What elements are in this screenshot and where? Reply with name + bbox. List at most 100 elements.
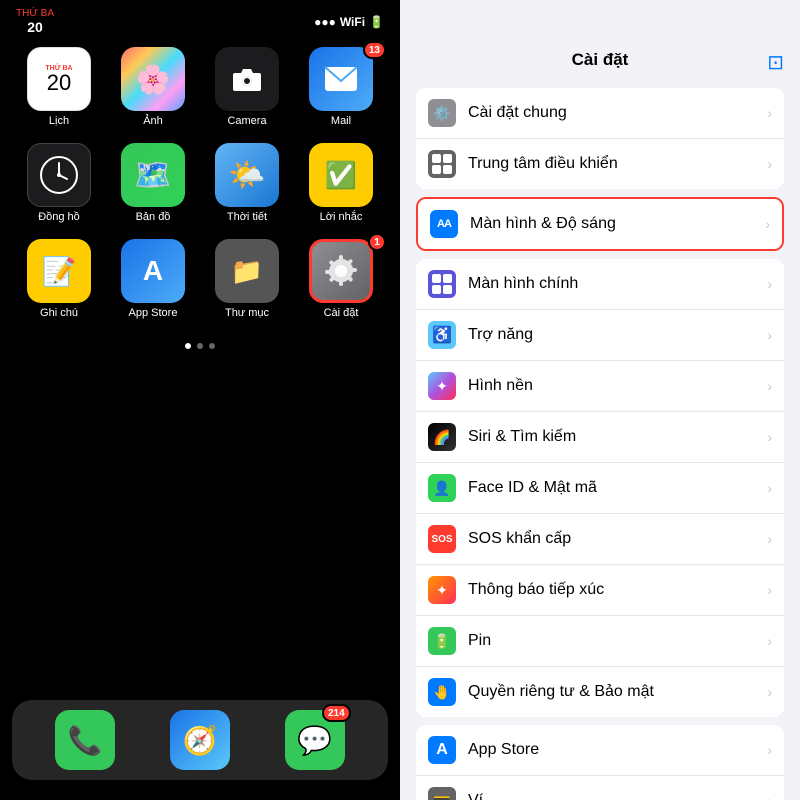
safari-icon: 🧭 bbox=[170, 710, 230, 770]
dot-3 bbox=[209, 343, 215, 349]
chevron-icon: › bbox=[767, 742, 772, 758]
chevron-icon: › bbox=[767, 633, 772, 649]
chevron-icon: › bbox=[767, 793, 772, 800]
settings-item-man-hinh-chinh[interactable]: Màn hình chính › bbox=[416, 259, 784, 310]
chevron-icon: › bbox=[767, 378, 772, 394]
settings-item-siri[interactable]: 🌈 Siri & Tìm kiếm › bbox=[416, 412, 784, 463]
app-camera[interactable]: Camera bbox=[208, 47, 286, 127]
app-grid-row1: THỨ BA 20 Lịch 🌸 Ảnh Camera bbox=[0, 39, 400, 335]
clock-svg bbox=[39, 155, 79, 195]
chevron-icon: › bbox=[767, 429, 772, 445]
settings-item-vi[interactable]: 💳 Ví › bbox=[416, 776, 784, 800]
dot-2 bbox=[197, 343, 203, 349]
settings-item-app-store[interactable]: A App Store › bbox=[416, 725, 784, 776]
vi-label: Ví bbox=[468, 792, 767, 800]
settings-item-face-id[interactable]: 👤 Face ID & Mật mã › bbox=[416, 463, 784, 514]
tro-nang-label: Trợ năng bbox=[468, 326, 767, 344]
settings-item-man-hinh[interactable]: AA Màn hình & Độ sáng › bbox=[418, 199, 782, 249]
settings-list: ⚙️ Cài đặt chung › Trung tâm điều khiển … bbox=[400, 80, 800, 800]
signal-icon: ●●● bbox=[314, 15, 336, 29]
dock-messages[interactable]: 💬 214 bbox=[285, 710, 345, 770]
settings-item-pin[interactable]: 🔋 Pin › bbox=[416, 616, 784, 667]
app-dongho[interactable]: Đồng hồ bbox=[20, 143, 98, 223]
chevron-icon: › bbox=[767, 156, 772, 172]
chevron-icon: › bbox=[767, 684, 772, 700]
loinhac-label: Lời nhắc bbox=[320, 211, 363, 223]
hinh-nen-label: Hình nền bbox=[468, 377, 767, 395]
sos-icon: SOS bbox=[428, 525, 456, 553]
app-loinhac[interactable]: ✅ Lời nhắc bbox=[302, 143, 380, 223]
ghichu-icon: 📝 bbox=[27, 239, 91, 303]
settings-item-tro-nang[interactable]: ♿ Trợ năng › bbox=[416, 310, 784, 361]
loinhac-icon: ✅ bbox=[309, 143, 373, 207]
thumuc-label: Thư mục bbox=[225, 307, 269, 319]
tro-nang-icon: ♿ bbox=[428, 321, 456, 349]
settings-item-sos[interactable]: SOS SOS khẩn cấp › bbox=[416, 514, 784, 565]
pin-icon: 🔋 bbox=[428, 627, 456, 655]
quyen-label: Quyền riêng tư & Bảo mật bbox=[468, 683, 767, 701]
thong-bao-label: Thông báo tiếp xúc bbox=[468, 581, 767, 599]
scan-icon[interactable]: ⊡ bbox=[767, 50, 784, 75]
chevron-icon: › bbox=[767, 480, 772, 496]
dock-phone[interactable]: 📞 bbox=[55, 710, 115, 770]
messages-badge: 214 bbox=[322, 704, 351, 722]
settings-item-thong-bao[interactable]: ✦ Thông báo tiếp xúc › bbox=[416, 565, 784, 616]
mail-label: Mail bbox=[331, 115, 351, 127]
mail-icon bbox=[309, 47, 373, 111]
chevron-icon: › bbox=[767, 327, 772, 343]
dongho-label: Đồng hồ bbox=[38, 211, 80, 223]
app-store-icon: A bbox=[428, 736, 456, 764]
home-spacer bbox=[0, 357, 400, 700]
face-id-icon: 👤 bbox=[428, 474, 456, 502]
dongho-icon bbox=[27, 143, 91, 207]
chevron-icon: › bbox=[767, 276, 772, 292]
man-hinh-chinh-label: Màn hình chính bbox=[468, 275, 767, 293]
app-appstore[interactable]: A App Store bbox=[114, 239, 192, 319]
app-anh[interactable]: 🌸 Ảnh bbox=[114, 47, 192, 127]
ghichu-label: Ghi chú bbox=[40, 307, 78, 319]
app-dock: 📞 🧭 💬 214 bbox=[12, 700, 388, 780]
caidat-chung-label: Cài đặt chung bbox=[468, 104, 767, 122]
quyen-icon: 🤚 bbox=[428, 678, 456, 706]
app-thumuc[interactable]: 📁 Thư mục bbox=[208, 239, 286, 319]
caidat-icon bbox=[309, 239, 373, 303]
camera-label: Camera bbox=[227, 115, 266, 127]
settings-item-quyen[interactable]: 🤚 Quyền riêng tư & Bảo mật › bbox=[416, 667, 784, 717]
settings-item-caidat-chung[interactable]: ⚙️ Cài đặt chung › bbox=[416, 88, 784, 139]
app-mail[interactable]: 13 Mail bbox=[302, 47, 380, 127]
caidat-chung-icon: ⚙️ bbox=[428, 99, 456, 127]
lich-label: Lịch bbox=[49, 115, 69, 127]
vi-icon: 💳 bbox=[428, 787, 456, 800]
app-thoitiet[interactable]: 🌤️ Thời tiết bbox=[208, 143, 286, 223]
dock-safari[interactable]: 🧭 bbox=[170, 710, 230, 770]
trung-tam-icon bbox=[428, 150, 456, 178]
thumuc-icon: 📁 bbox=[215, 239, 279, 303]
chevron-icon: › bbox=[767, 582, 772, 598]
app-lich[interactable]: THỨ BA 20 Lịch bbox=[20, 47, 98, 127]
bando-label: Bản đồ bbox=[136, 211, 171, 223]
man-hinh-icon: AA bbox=[430, 210, 458, 238]
status-icons: ●●● WiFi 🔋 bbox=[314, 15, 384, 29]
settings-item-trung-tam[interactable]: Trung tâm điều khiển › bbox=[416, 139, 784, 189]
app-store-label: App Store bbox=[468, 741, 767, 759]
chevron-icon: › bbox=[767, 531, 772, 547]
settings-section-1: ⚙️ Cài đặt chung › Trung tâm điều khiển … bbox=[416, 88, 784, 189]
sos-label: SOS khẩn cấp bbox=[468, 530, 767, 548]
battery-icon: 🔋 bbox=[369, 15, 384, 29]
settings-item-hinh-nen[interactable]: ✦ Hình nền › bbox=[416, 361, 784, 412]
settings-section-highlighted: AA Màn hình & Độ sáng › bbox=[416, 197, 784, 251]
app-bando[interactable]: 🗺️ Bản đồ bbox=[114, 143, 192, 223]
app-ghichu[interactable]: 📝 Ghi chú bbox=[20, 239, 98, 319]
phone-icon: 📞 bbox=[55, 710, 115, 770]
date-display: THỨ BA 20 bbox=[16, 8, 54, 35]
app-caidat[interactable]: 1 Cài đặt bbox=[302, 239, 380, 319]
status-bar: THỨ BA 20 ●●● WiFi 🔋 bbox=[0, 0, 400, 39]
thong-bao-icon: ✦ bbox=[428, 576, 456, 604]
lich-icon: THỨ BA 20 bbox=[27, 47, 91, 111]
dot-1 bbox=[185, 343, 191, 349]
iphone-home-screen: THỨ BA 20 ●●● WiFi 🔋 THỨ BA 20 Lịch 🌸 Ản… bbox=[0, 0, 400, 800]
chevron-icon: › bbox=[767, 105, 772, 121]
mail-badge: 13 bbox=[363, 41, 386, 59]
appstore-label: App Store bbox=[129, 307, 178, 319]
weekday-label: THỨ BA bbox=[16, 8, 54, 19]
